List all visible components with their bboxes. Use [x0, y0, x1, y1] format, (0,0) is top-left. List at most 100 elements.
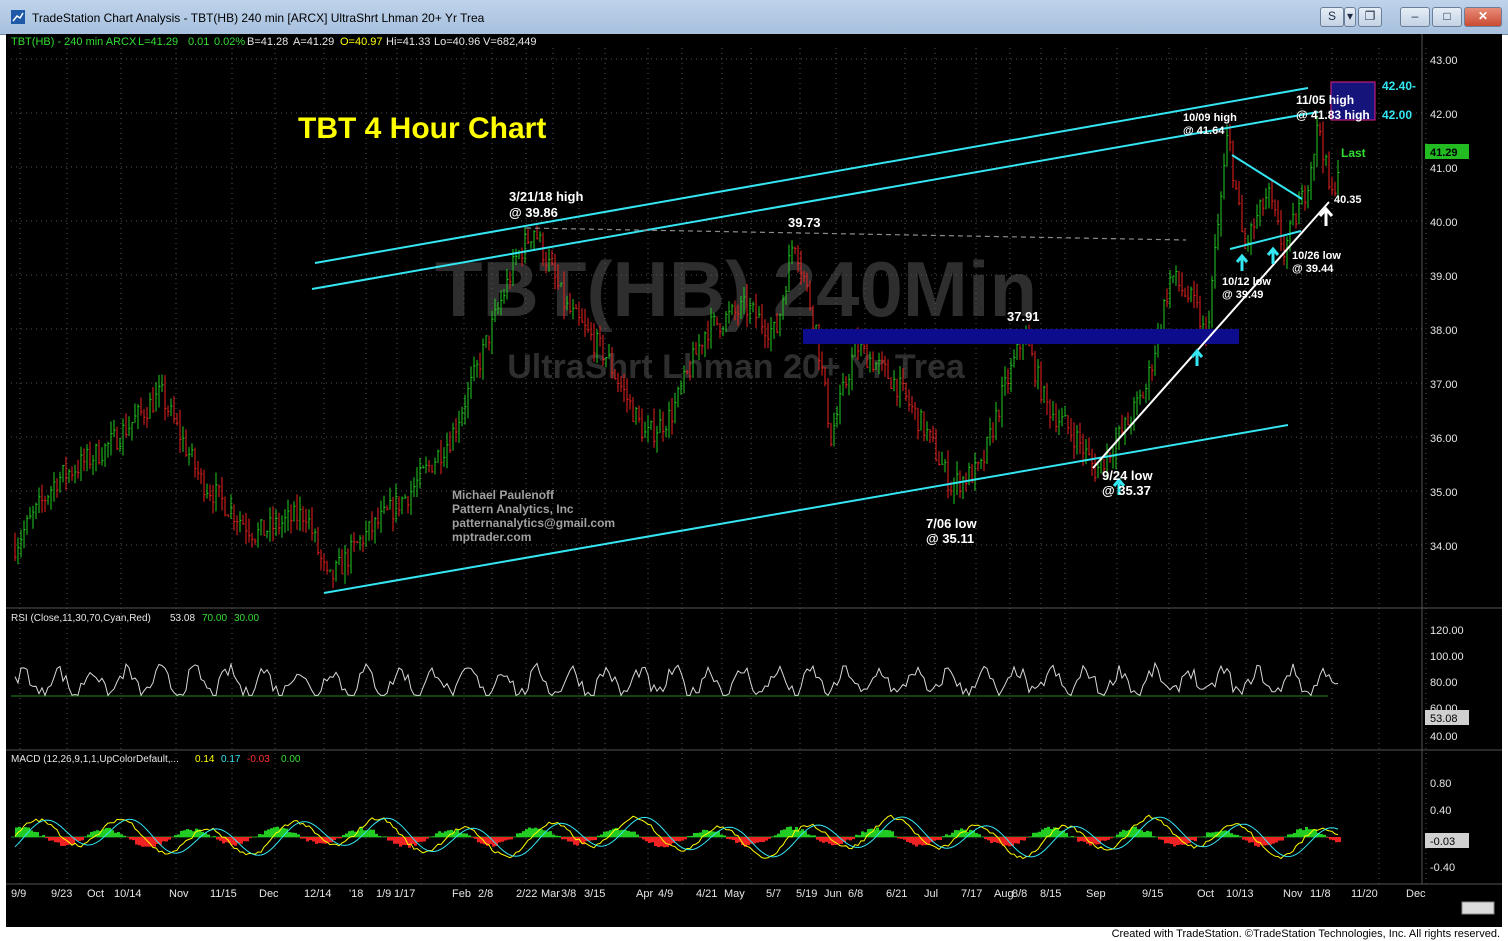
macd-bar	[762, 837, 765, 843]
time-tick-label: 1/9	[376, 888, 391, 900]
macd-bar	[393, 837, 396, 844]
macd-bar	[261, 834, 264, 837]
minimize-button[interactable]: –	[1400, 7, 1430, 27]
macd-bar	[1023, 837, 1026, 841]
macd-bar	[48, 837, 51, 841]
macd-bar	[381, 836, 384, 837]
macd-bar	[288, 832, 291, 837]
macd-bar	[216, 837, 219, 840]
annotation-label: 3/21/18 high	[509, 189, 583, 204]
detach-button[interactable]: ❐	[1358, 7, 1382, 27]
macd-bar	[1167, 837, 1170, 844]
macd-bar	[369, 829, 372, 837]
macd-bar	[384, 836, 387, 837]
macd-bar	[270, 828, 273, 837]
macd-bar	[342, 834, 345, 837]
macd-bar	[117, 832, 120, 837]
macd-bar	[1140, 830, 1143, 837]
time-tick-label: Jun	[824, 888, 842, 900]
chart-window[interactable]: TBT(HB) 240Min UltraShrt Lhman 20+ Yr Tr…	[6, 34, 1502, 927]
time-tick-label: Jul	[924, 888, 938, 900]
macd-bar	[243, 837, 246, 842]
macd-bar	[849, 837, 852, 841]
macd-bar	[1170, 837, 1173, 845]
maximize-button[interactable]: □	[1432, 7, 1462, 27]
ask-value: A=41.29	[293, 36, 334, 48]
price-axis[interactable]: 43.00 42.00 41.00 40.00 39.00 38.00 37.0…	[1421, 34, 1469, 884]
macd-bar	[909, 837, 912, 843]
macd-bar	[375, 833, 378, 837]
time-axis[interactable]: 9/9 9/23 Oct 10/14 Nov 11/15 Dec 12/14 '18 1/9 1/1…	[11, 888, 1426, 900]
macd-bar	[54, 837, 57, 843]
time-tick-label: 10/13	[1226, 888, 1254, 900]
time-tick-label: 8/15	[1040, 888, 1061, 900]
tradestation-app-icon	[11, 10, 25, 24]
last-price-label: 41.29	[1430, 147, 1458, 159]
rsi-tick-label: 120.00	[1430, 625, 1464, 637]
time-tick-label: Feb	[452, 888, 471, 900]
macd-bar	[684, 837, 687, 840]
macd-bar	[1296, 829, 1299, 837]
share-button[interactable]: S	[1320, 7, 1344, 27]
price-tick-label: 41.00	[1430, 163, 1458, 175]
macd-bar	[501, 837, 504, 842]
macd-bar	[504, 837, 507, 841]
macd-bar	[219, 837, 222, 841]
time-tick-label: '18	[349, 888, 363, 900]
price-tick-label: 38.00	[1430, 325, 1458, 337]
macd-bar	[603, 831, 606, 837]
macd-bar	[642, 837, 645, 840]
time-tick-label: Dec	[259, 888, 279, 900]
time-tick-label: 1/17	[394, 888, 415, 900]
volume-value: V=682,449	[483, 36, 537, 48]
macd-bar	[735, 837, 738, 843]
macd-bar	[633, 831, 636, 837]
macd-bar	[561, 837, 564, 840]
macd-bar	[951, 832, 954, 837]
macd-bar	[387, 837, 390, 841]
macd-bar	[183, 830, 186, 837]
macd-bar	[1146, 830, 1149, 837]
macd-bar	[1272, 837, 1275, 844]
macd-bar	[648, 837, 651, 843]
macd-bar	[498, 837, 501, 843]
macd-bar	[855, 834, 858, 837]
macd-bar	[1041, 829, 1044, 837]
macd-bar	[1149, 831, 1152, 837]
price-tick-label: 36.00	[1430, 433, 1458, 445]
macd-bar	[339, 837, 342, 839]
annotation-label: @ 39.86	[509, 205, 558, 220]
rsi-tick-label: 80.00	[1430, 677, 1458, 689]
macd-bar	[84, 836, 87, 837]
macd-bar	[516, 833, 519, 837]
macd-bar	[1044, 827, 1047, 837]
macd-bar	[87, 834, 90, 837]
macd-bar	[465, 833, 468, 837]
macd-bar	[36, 832, 39, 837]
macd-bar	[624, 830, 627, 837]
time-tick-label: 9/15	[1142, 888, 1163, 900]
macd-bar	[597, 835, 600, 837]
macd-bar	[132, 837, 135, 841]
time-tick-label: 3/15	[584, 888, 605, 900]
share-dropdown-button[interactable]: ▾	[1344, 7, 1356, 27]
macd-bar	[1176, 837, 1179, 846]
macd-bar	[42, 835, 45, 837]
macd-bar	[186, 829, 189, 837]
macd-bar	[1245, 837, 1248, 841]
time-tick-label: 3/8	[561, 888, 576, 900]
window-titlebar[interactable]: TradeStation Chart Analysis - TBT(HB) 24…	[0, 0, 1508, 35]
horizontal-scrollbar[interactable]	[1461, 901, 1495, 915]
price-chart[interactable]: TBT(HB) 240Min UltraShrt Lhman 20+ Yr Tr…	[6, 34, 1502, 927]
macd-bar	[1233, 834, 1236, 837]
macd-bar	[576, 837, 579, 846]
macd-bar	[1038, 831, 1041, 837]
annotation-label: 37.91	[1007, 309, 1040, 324]
copyright-notice: Created with TradeStation. ©TradeStation…	[1111, 928, 1500, 940]
symbol-info: TBT(HB) - 240 min ARCX	[11, 36, 137, 48]
macd-bar	[678, 837, 681, 842]
macd-bar	[699, 832, 702, 837]
chart-title: TBT 4 Hour Chart	[298, 112, 546, 145]
close-button[interactable]: ✕	[1464, 7, 1502, 27]
macd-bar	[213, 836, 216, 837]
